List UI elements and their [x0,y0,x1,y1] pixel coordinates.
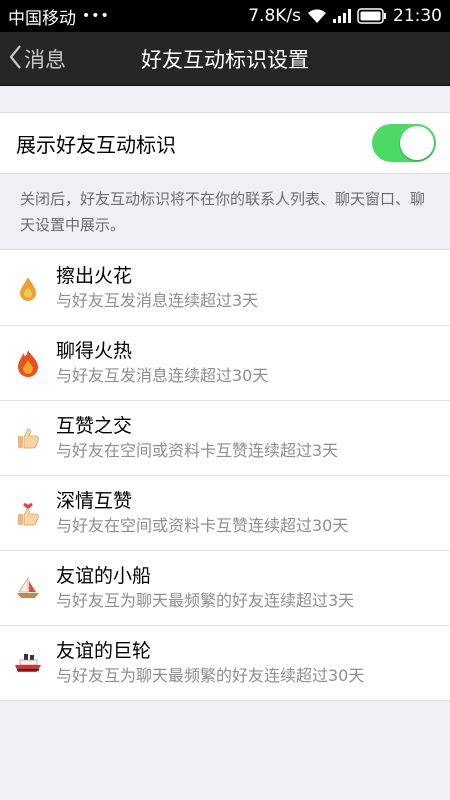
wifi-icon [307,8,327,24]
toggle-description: 关闭后，好友互动标识将不在你的联系人列表、聊天窗口、聊天设置中展示。 [20,190,426,234]
badge-list: 擦出火花 与好友互发消息连续超过3天 聊得火热 与好友互发消息连续超过30天 互… [0,249,450,701]
back-button[interactable]: 消息 [8,32,66,86]
carrier-name: 中国移动 [8,8,76,29]
thumbs-up-icon [0,426,56,450]
big-fire-icon [0,349,56,377]
item-name: 擦出火花 [56,264,133,287]
thumbs-up-heart-icon [0,499,56,527]
item-name: 友谊的巨轮 [56,639,152,662]
item-desc: 与好友在空间或资料卡互赞连续超过3天 [56,440,339,460]
network-speed: 7.8K/s [248,6,301,26]
item-desc: 与好友互为聊天最频繁的好友连续超过3天 [56,590,355,610]
status-bar: 中国移动 ••• 7.8K/s 21:30 [0,0,450,32]
item-name: 深情互赞 [56,489,133,512]
chevron-left-icon [8,44,22,75]
list-item: 互赞之交 与好友在空间或资料卡互赞连续超过3天 [0,400,450,475]
signal-dots: ••• [82,8,110,24]
sailboat-icon [0,576,56,600]
show-badges-toggle[interactable] [372,124,436,162]
list-item: 友谊的巨轮 与好友互为聊天最频繁的好友连续超过30天 [0,625,450,700]
item-name: 友谊的小船 [56,564,152,587]
page-title: 好友互动标识设置 [141,47,309,72]
item-desc: 与好友互发消息连续超过30天 [56,365,269,385]
spark-flame-icon [0,275,56,301]
item-name: 聊得火热 [56,339,133,362]
list-item: 擦出火花 与好友互发消息连续超过3天 [0,250,450,325]
nav-bar: 消息 好友互动标识设置 [0,32,450,86]
show-badges-setting: 展示好友互动标识 [0,112,450,174]
item-desc: 与好友互发消息连续超过3天 [56,290,259,310]
back-label: 消息 [24,48,66,72]
clock-time: 21:30 [393,6,442,26]
cell-signal-icon [333,9,351,23]
ship-icon [0,652,56,674]
item-desc: 与好友在空间或资料卡互赞连续超过30天 [56,515,349,535]
list-item: 深情互赞 与好友在空间或资料卡互赞连续超过30天 [0,475,450,550]
list-item: 友谊的小船 与好友互为聊天最频繁的好友连续超过3天 [0,550,450,625]
item-desc: 与好友互为聊天最频繁的好友连续超过30天 [56,665,365,685]
item-name: 互赞之交 [56,414,133,437]
toggle-knob [400,126,434,160]
toggle-label: 展示好友互动标识 [16,132,176,157]
list-item: 聊得火热 与好友互发消息连续超过30天 [0,325,450,400]
battery-icon [357,8,387,24]
section-spacer [0,86,450,112]
